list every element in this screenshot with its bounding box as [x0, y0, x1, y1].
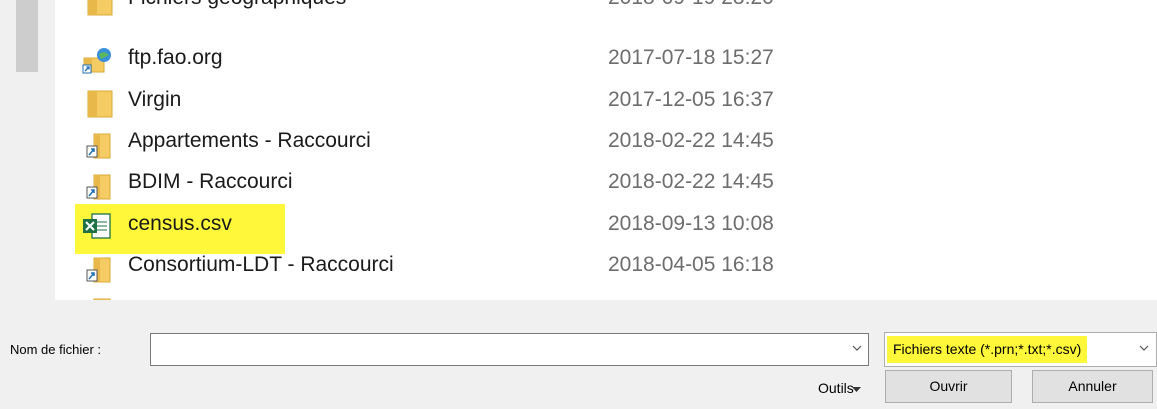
file-date: 2018-02-22 14:45 [608, 170, 774, 193]
chevron-down-icon[interactable] [1139, 345, 1149, 352]
vertical-scrollbar[interactable] [0, 0, 55, 300]
folder-shortcut-icon [86, 133, 111, 159]
filename-input[interactable] [155, 338, 839, 362]
cancel-button[interactable]: Annuler [1032, 370, 1153, 403]
filename-label: Nom de fichier : [10, 342, 102, 357]
scrollbar-thumb[interactable] [16, 0, 38, 72]
open-button[interactable]: Ouvrir [885, 370, 1012, 403]
file-date: 2018-02-22 14:45 [608, 129, 774, 152]
file-list: Fichiers géographiques 2018-09-19 23:20 … [55, 0, 1157, 300]
file-date: 2018-04-05 16:18 [608, 253, 774, 276]
folder-icon [87, 90, 113, 118]
list-item[interactable]: Virgin 2017-12-05 16:37 [55, 82, 955, 123]
file-name: Virgin [128, 88, 182, 111]
file-name: Consortium-LDT - Raccourci [128, 253, 394, 276]
list-item[interactable]: Appartements - Raccourci 2018-02-22 14:4… [55, 123, 955, 164]
folder-shortcut-icon [86, 174, 111, 200]
caret-down-icon [852, 387, 861, 392]
list-item[interactable]: BDIM - Raccourci 2018-02-22 14:45 [55, 164, 955, 205]
file-name: census.csv [128, 212, 232, 235]
file-date: 2017-12-05 16:37 [608, 88, 774, 111]
chevron-down-icon[interactable] [852, 345, 862, 352]
filetype-dropdown[interactable]: Fichiers texte (*.prn;*.txt;*.csv) [884, 332, 1157, 367]
file-date: 2018-09-13 10:08 [608, 212, 774, 235]
network-location-icon [82, 48, 111, 74]
file-name: BDIM - Raccourci [128, 170, 293, 193]
file-name: ftp.fao.org [128, 46, 223, 69]
tools-menu-button[interactable]: Outils [818, 380, 861, 396]
file-date: 2017-07-18 15:27 [608, 46, 774, 69]
file-date: 2018-09-19 23:20 [608, 0, 774, 10]
list-item[interactable]: census.csv 2018-09-13 10:08 [55, 204, 955, 254]
filename-combobox[interactable] [150, 333, 869, 366]
list-item[interactable]: Consortium-LDT - Raccourci 2018-04-05 16… [55, 247, 955, 288]
excel-csv-icon [83, 213, 111, 239]
list-item[interactable]: ftp.fao.org 2017-07-18 15:27 [55, 40, 955, 81]
folder-icon [87, 0, 113, 16]
file-name: Fichiers géographiques [126, 0, 350, 10]
list-item[interactable]: Fichiers géographiques 2018-09-19 23:20 [55, 0, 955, 21]
dialog-bottom-panel: Nom de fichier : Fichiers texte (*.prn;*… [0, 300, 1157, 409]
file-name: Appartements - Raccourci [128, 129, 371, 152]
filetype-selected: Fichiers texte (*.prn;*.txt;*.csv) [887, 336, 1088, 363]
tools-label: Outils [818, 380, 854, 396]
list-item[interactable] [55, 288, 955, 300]
folder-shortcut-icon [86, 257, 111, 283]
